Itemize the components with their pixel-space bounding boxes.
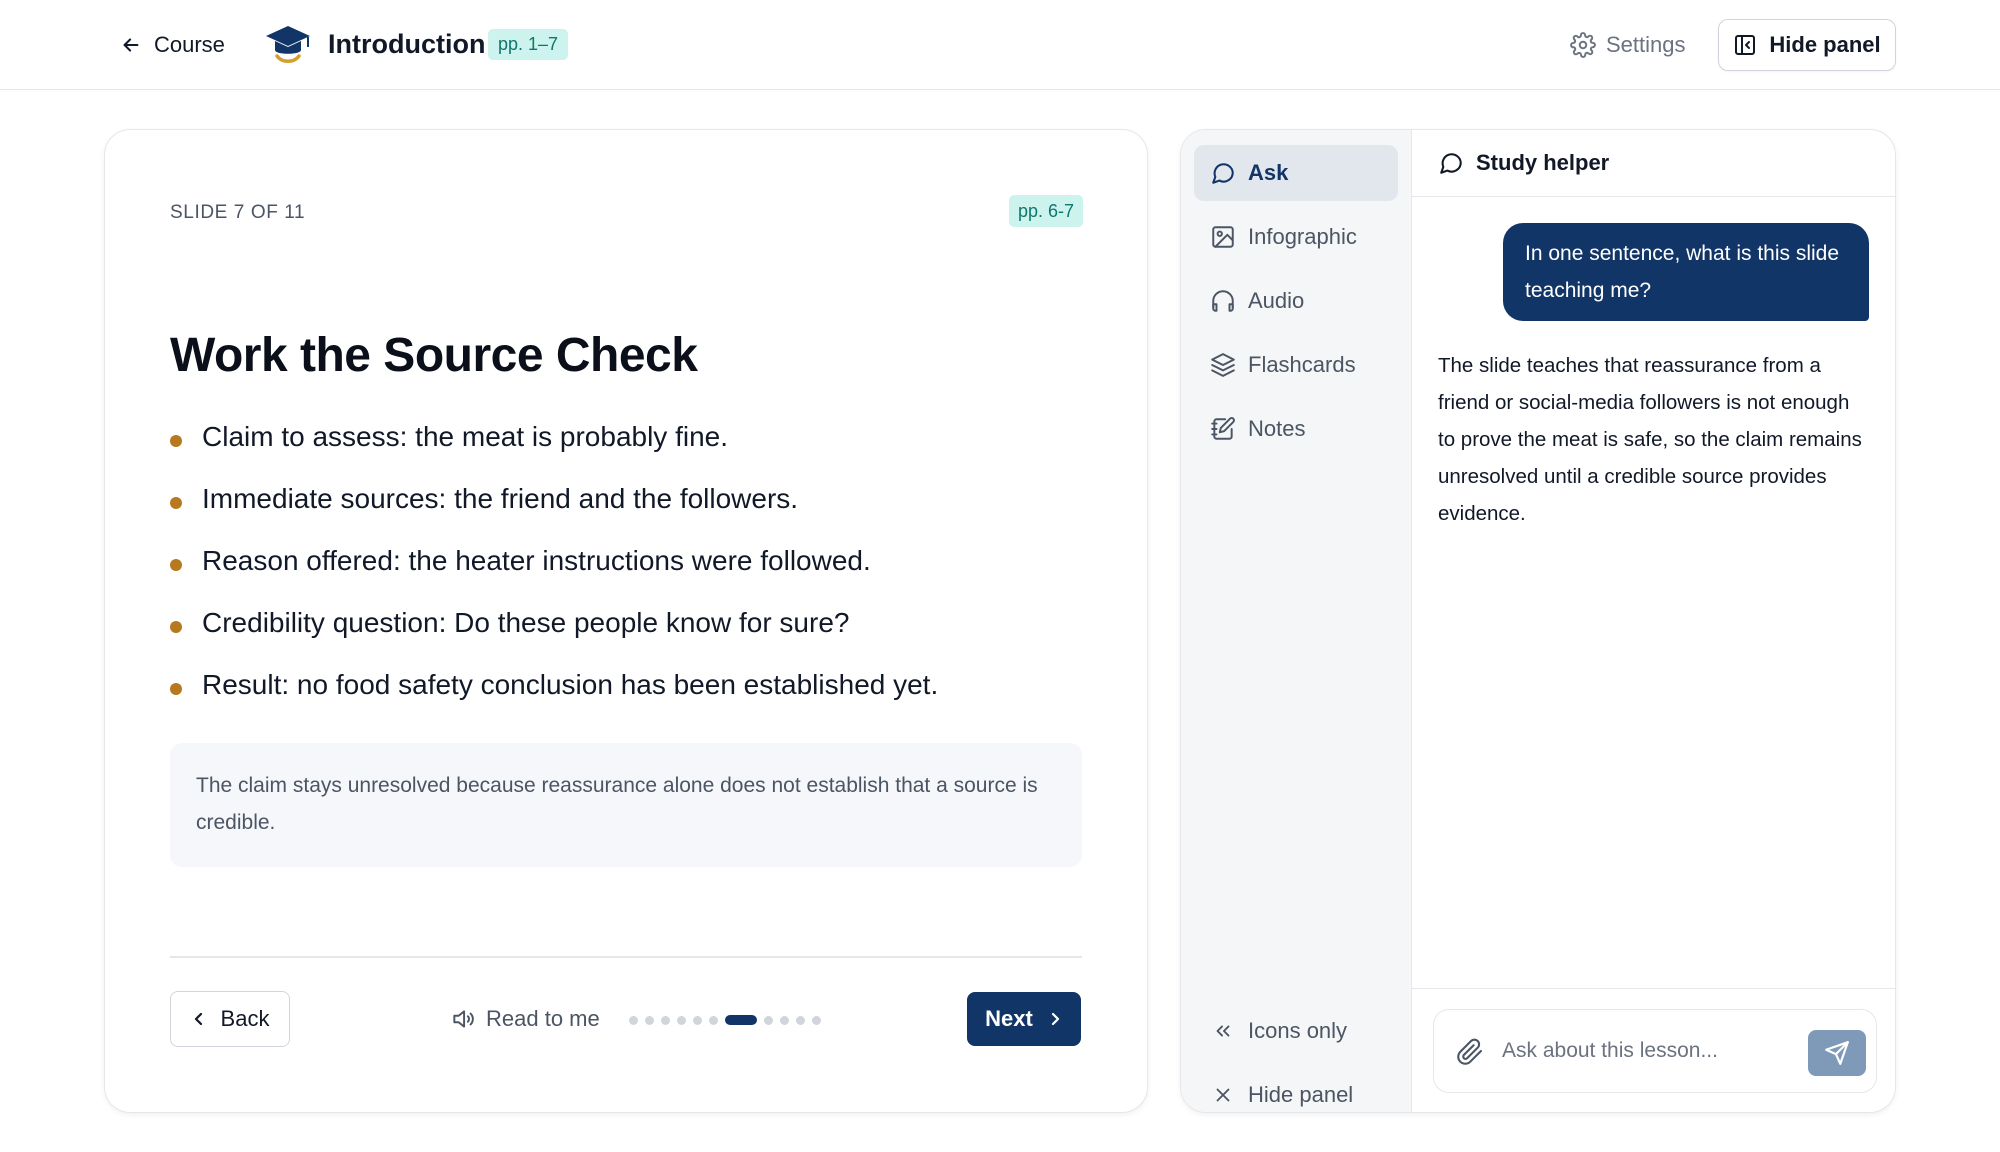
- chevrons-left-icon: [1216, 1025, 1230, 1037]
- bullet-item: Reason offered: the heater instructions …: [170, 542, 1110, 604]
- study-panel: Ask Infographic Audio Flashcards Notes I…: [1180, 129, 1896, 1113]
- send-button[interactable]: [1808, 1030, 1866, 1076]
- read-to-me-button[interactable]: Read to me: [450, 1002, 600, 1036]
- assistant-message: The slide teaches that reassurance from …: [1438, 354, 1862, 525]
- back-button[interactable]: Back: [170, 991, 290, 1047]
- slide-counter: SLIDE 7 OF 11: [170, 202, 306, 223]
- back-to-course-button[interactable]: Course: [120, 28, 225, 62]
- nav-item-ask[interactable]: Ask: [1194, 145, 1398, 201]
- course-title: Introduction: [328, 29, 486, 59]
- bullet-item: Claim to assess: the meat is probably fi…: [170, 418, 1110, 480]
- icons-only-button[interactable]: Icons only: [1194, 1006, 1398, 1056]
- bullet-text: Reason offered: the heater instructions …: [202, 545, 871, 576]
- send-icon: [1825, 1041, 1849, 1065]
- graduation-cap-icon: [266, 26, 310, 63]
- settings-label: Settings: [1606, 32, 1686, 57]
- nav-item-flashcards[interactable]: Flashcards: [1194, 337, 1398, 393]
- panel-hide-button[interactable]: Hide panel: [1194, 1070, 1398, 1112]
- top-bar: Course Introduction pp. 1–7 Settings Hid…: [0, 0, 2000, 90]
- back-to-course-label: Course: [154, 32, 225, 57]
- slide-pages-badge: pp. 6-7: [1009, 195, 1084, 227]
- bullet-dot: [170, 621, 182, 633]
- gear-icon: [1570, 32, 1596, 58]
- progress-dot: [780, 1015, 789, 1025]
- slide-bullet-list: Claim to assess: the meat is probably fi…: [170, 418, 1110, 728]
- progress-dot: [812, 1015, 821, 1025]
- user-message: In one sentence, what is this slide teac…: [1503, 223, 1869, 321]
- chat-input-box: [1433, 1009, 1877, 1093]
- chat-bubble-icon: [1212, 163, 1234, 184]
- bullet-text: Immediate sources: the friend and the fo…: [202, 483, 799, 514]
- nav-item-notes[interactable]: Notes: [1194, 401, 1398, 457]
- hide-panel-label: Hide panel: [1769, 32, 1881, 57]
- progress-dot: [677, 1015, 686, 1025]
- progress-dot: [693, 1015, 702, 1025]
- panel-nav: Ask Infographic Audio Flashcards Notes I…: [1181, 130, 1412, 1112]
- slide-progress-dots: [629, 1014, 821, 1026]
- progress-dot-current: [725, 1015, 757, 1025]
- course-pages-badge: pp. 1–7: [488, 29, 569, 60]
- bullet-text: Claim to assess: the meat is probably fi…: [202, 421, 729, 452]
- divider: [170, 956, 1082, 958]
- nav-item-label: Audio: [1248, 288, 1305, 313]
- speaker-icon: [453, 1010, 474, 1028]
- nav-item-label: Infographic: [1248, 224, 1357, 249]
- progress-dot: [645, 1015, 654, 1025]
- bullet-item: Immediate sources: the friend and the fo…: [170, 480, 1110, 542]
- nav-item-label: Flashcards: [1248, 352, 1356, 377]
- chat-bubble-icon: [1440, 153, 1462, 174]
- chevron-left-icon: [194, 1012, 202, 1026]
- bullet-dot: [170, 683, 182, 695]
- bullet-text: Credibility question: Do these people kn…: [202, 607, 850, 638]
- progress-dot: [629, 1015, 638, 1025]
- nav-item-label: Notes: [1248, 416, 1306, 441]
- back-label: Back: [220, 1006, 270, 1031]
- progress-dot: [709, 1015, 718, 1025]
- next-button[interactable]: Next: [967, 992, 1081, 1046]
- chat-input[interactable]: [1502, 1028, 1772, 1074]
- divider: [1412, 988, 1895, 989]
- bullet-dot: [170, 497, 182, 509]
- layers-icon: [1211, 353, 1235, 377]
- chevron-right-icon: [1051, 1012, 1059, 1026]
- progress-dot: [764, 1015, 773, 1025]
- bullet-dot: [170, 559, 182, 571]
- chat-title: Study helper: [1476, 150, 1610, 175]
- image-icon: [1212, 226, 1234, 248]
- panel-hide-label: Hide panel: [1248, 1082, 1354, 1107]
- close-icon: [1216, 1088, 1230, 1102]
- progress-dot: [796, 1015, 805, 1025]
- summary-callout: The claim stays unresolved because reass…: [170, 743, 1082, 867]
- next-label: Next: [985, 1006, 1033, 1031]
- chat-header: Study helper: [1412, 130, 1895, 197]
- icons-only-label: Icons only: [1248, 1018, 1348, 1043]
- paperclip-icon[interactable]: [1456, 1038, 1484, 1066]
- progress-dot: [661, 1015, 670, 1025]
- bullet-item: Credibility question: Do these people kn…: [170, 604, 1110, 666]
- bullet-dot: [170, 435, 182, 447]
- nav-item-label: Ask: [1248, 160, 1289, 185]
- bullet-item: Result: no food safety conclusion has be…: [170, 666, 1110, 728]
- nav-item-infographic[interactable]: Infographic: [1194, 209, 1398, 265]
- settings-button[interactable]: Settings: [1570, 28, 1686, 62]
- slide-card: SLIDE 7 OF 11 pp. 6-7 Work the Source Ch…: [104, 129, 1148, 1113]
- panel-toggle-icon: [1735, 35, 1756, 55]
- headphones-icon: [1212, 290, 1234, 312]
- slide-title: Work the Source Check: [170, 329, 698, 382]
- hide-panel-button[interactable]: Hide panel: [1718, 19, 1896, 71]
- arrow-left-icon: [123, 38, 139, 52]
- read-to-me-label: Read to me: [486, 1006, 600, 1031]
- notebook-icon: [1211, 417, 1235, 440]
- bullet-text: Result: no food safety conclusion has be…: [202, 669, 939, 700]
- nav-item-audio[interactable]: Audio: [1194, 273, 1398, 329]
